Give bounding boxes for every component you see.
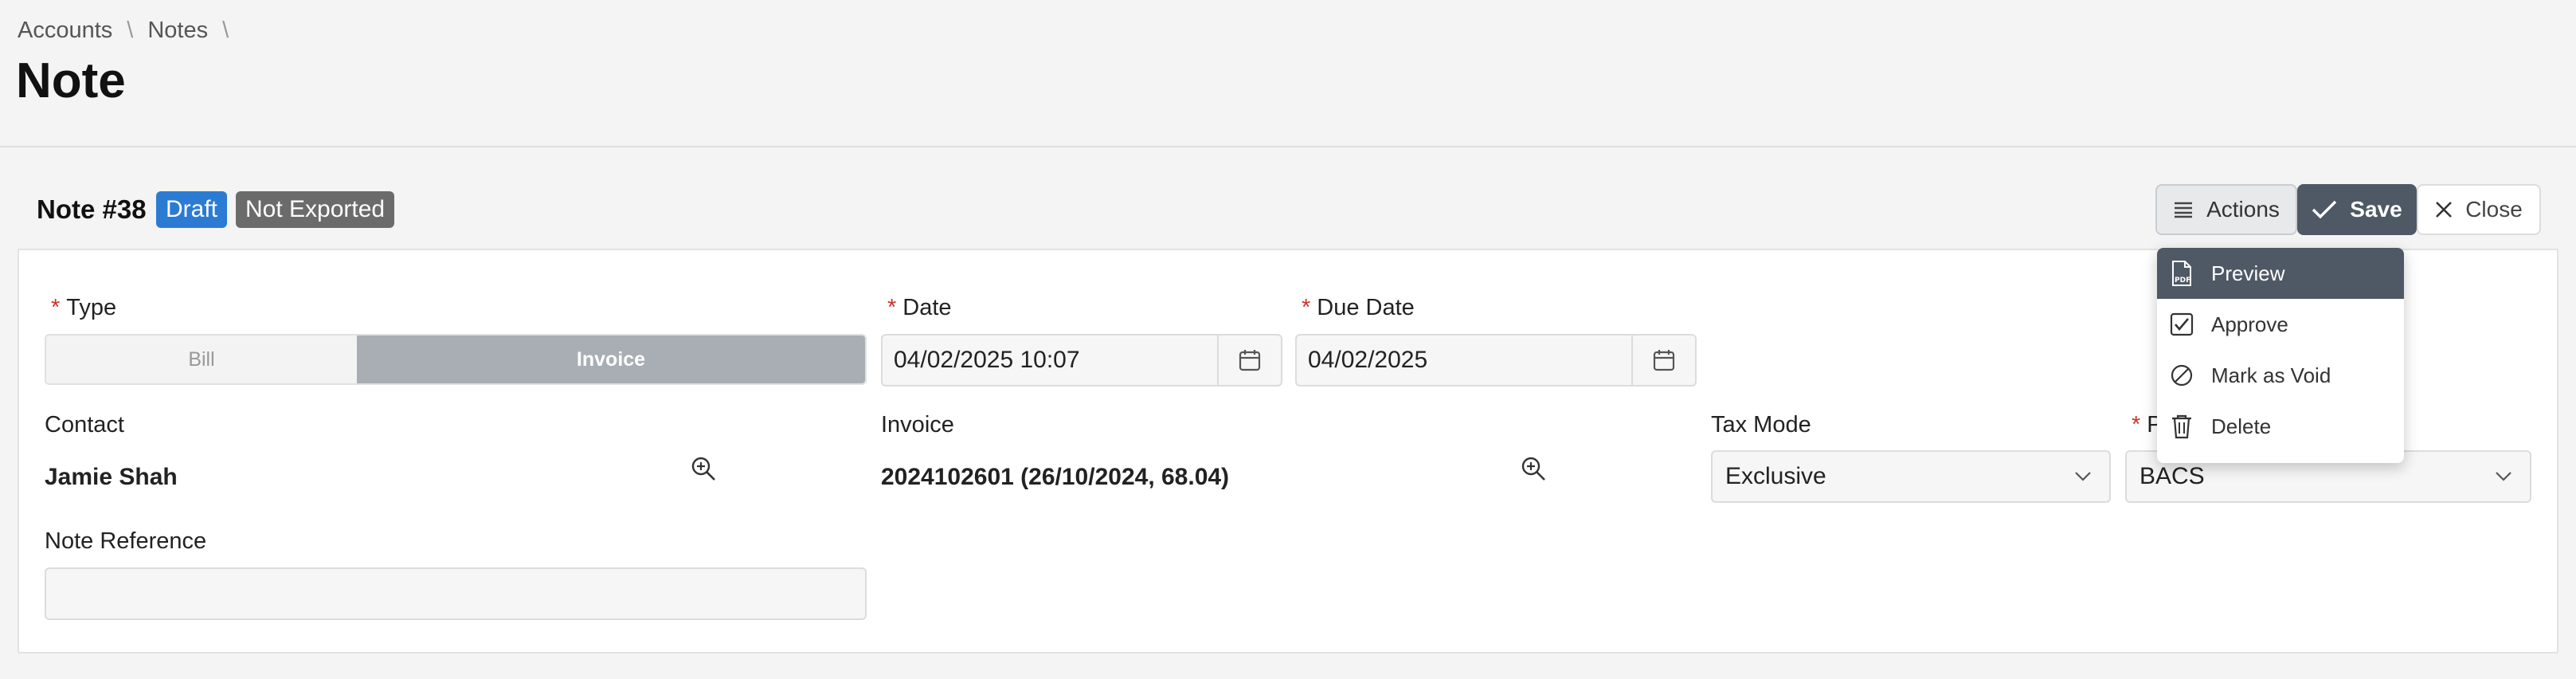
breadcrumb-notes[interactable]: Notes: [147, 18, 208, 44]
save-button[interactable]: Save: [2297, 184, 2417, 235]
menu-item-mark-as-void[interactable]: Mark as Void: [2157, 350, 2404, 401]
tax-mode-select[interactable]: Exclusive: [1711, 450, 2111, 503]
menu-item-preview[interactable]: PDF Preview: [2157, 248, 2404, 299]
type-toggle: Bill Invoice: [45, 334, 867, 385]
check-icon: [2312, 200, 2337, 219]
status-badge: Draft: [156, 191, 228, 228]
close-button[interactable]: Close: [2417, 184, 2541, 235]
breadcrumb-separator: \: [222, 18, 229, 43]
tax-mode-label: Tax Mode: [1711, 412, 1811, 438]
header-divider: [0, 146, 2576, 147]
svg-text:PDF: PDF: [2175, 277, 2190, 285]
menu-item-label: Delete: [2211, 414, 2272, 438]
close-icon: [2436, 202, 2453, 218]
zoom-icon[interactable]: [690, 455, 717, 486]
menu-item-approve[interactable]: Approve: [2157, 299, 2404, 350]
due-date-label: * Due Date: [1302, 295, 1415, 320]
actions-menu: PDF Preview Approve Mark as Void Delete: [2157, 248, 2404, 463]
void-icon: [2171, 364, 2193, 387]
due-date-field[interactable]: 04/02/2025: [1295, 334, 1697, 387]
payment-method-value: BACS: [2139, 463, 2205, 489]
actions-label: Actions: [2206, 197, 2280, 222]
chevron-down-icon: [2496, 472, 2511, 481]
menu-icon: [2175, 202, 2193, 218]
save-label: Save: [2350, 197, 2402, 222]
calendar-icon[interactable]: [1217, 336, 1281, 385]
date-value: 04/02/2025 10:07: [894, 347, 1080, 373]
chevron-down-icon: [2075, 472, 2091, 481]
breadcrumb-accounts[interactable]: Accounts: [18, 18, 112, 44]
checkbox-icon: [2170, 312, 2194, 336]
menu-item-label: Approve: [2211, 312, 2288, 336]
breadcrumb: Accounts \ Notes \: [18, 18, 229, 44]
tax-mode-value: Exclusive: [1725, 463, 1826, 489]
type-label: * Type: [51, 295, 117, 320]
export-badge: Not Exported: [236, 191, 395, 228]
type-option-bill[interactable]: Bill: [46, 336, 357, 383]
zoom-icon[interactable]: [1520, 455, 1547, 486]
menu-item-label: Preview: [2211, 261, 2285, 285]
page-title: Note: [16, 53, 126, 108]
actions-button[interactable]: Actions: [2155, 184, 2297, 235]
date-field[interactable]: 04/02/2025 10:07: [881, 334, 1282, 387]
calendar-icon[interactable]: [1631, 336, 1695, 385]
contact-value: Jamie Shah: [45, 464, 178, 490]
note-title: Note #38: [37, 194, 147, 224]
close-label: Close: [2465, 197, 2523, 222]
menu-item-delete[interactable]: Delete: [2157, 401, 2404, 452]
note-reference-input[interactable]: [45, 567, 867, 620]
menu-item-label: Mark as Void: [2211, 363, 2331, 387]
breadcrumb-separator: \: [127, 18, 134, 43]
type-option-invoice[interactable]: Invoice: [357, 336, 865, 383]
invoice-value: 2024102601 (26/10/2024, 68.04): [881, 464, 1230, 490]
date-label: * Date: [887, 295, 952, 320]
note-reference-label: Note Reference: [45, 528, 207, 554]
contact-label: Contact: [45, 412, 124, 438]
trash-icon: [2172, 414, 2191, 439]
due-date-value: 04/02/2025: [1308, 347, 1428, 373]
invoice-label: Invoice: [881, 412, 954, 438]
pdf-icon: PDF: [2172, 261, 2191, 286]
